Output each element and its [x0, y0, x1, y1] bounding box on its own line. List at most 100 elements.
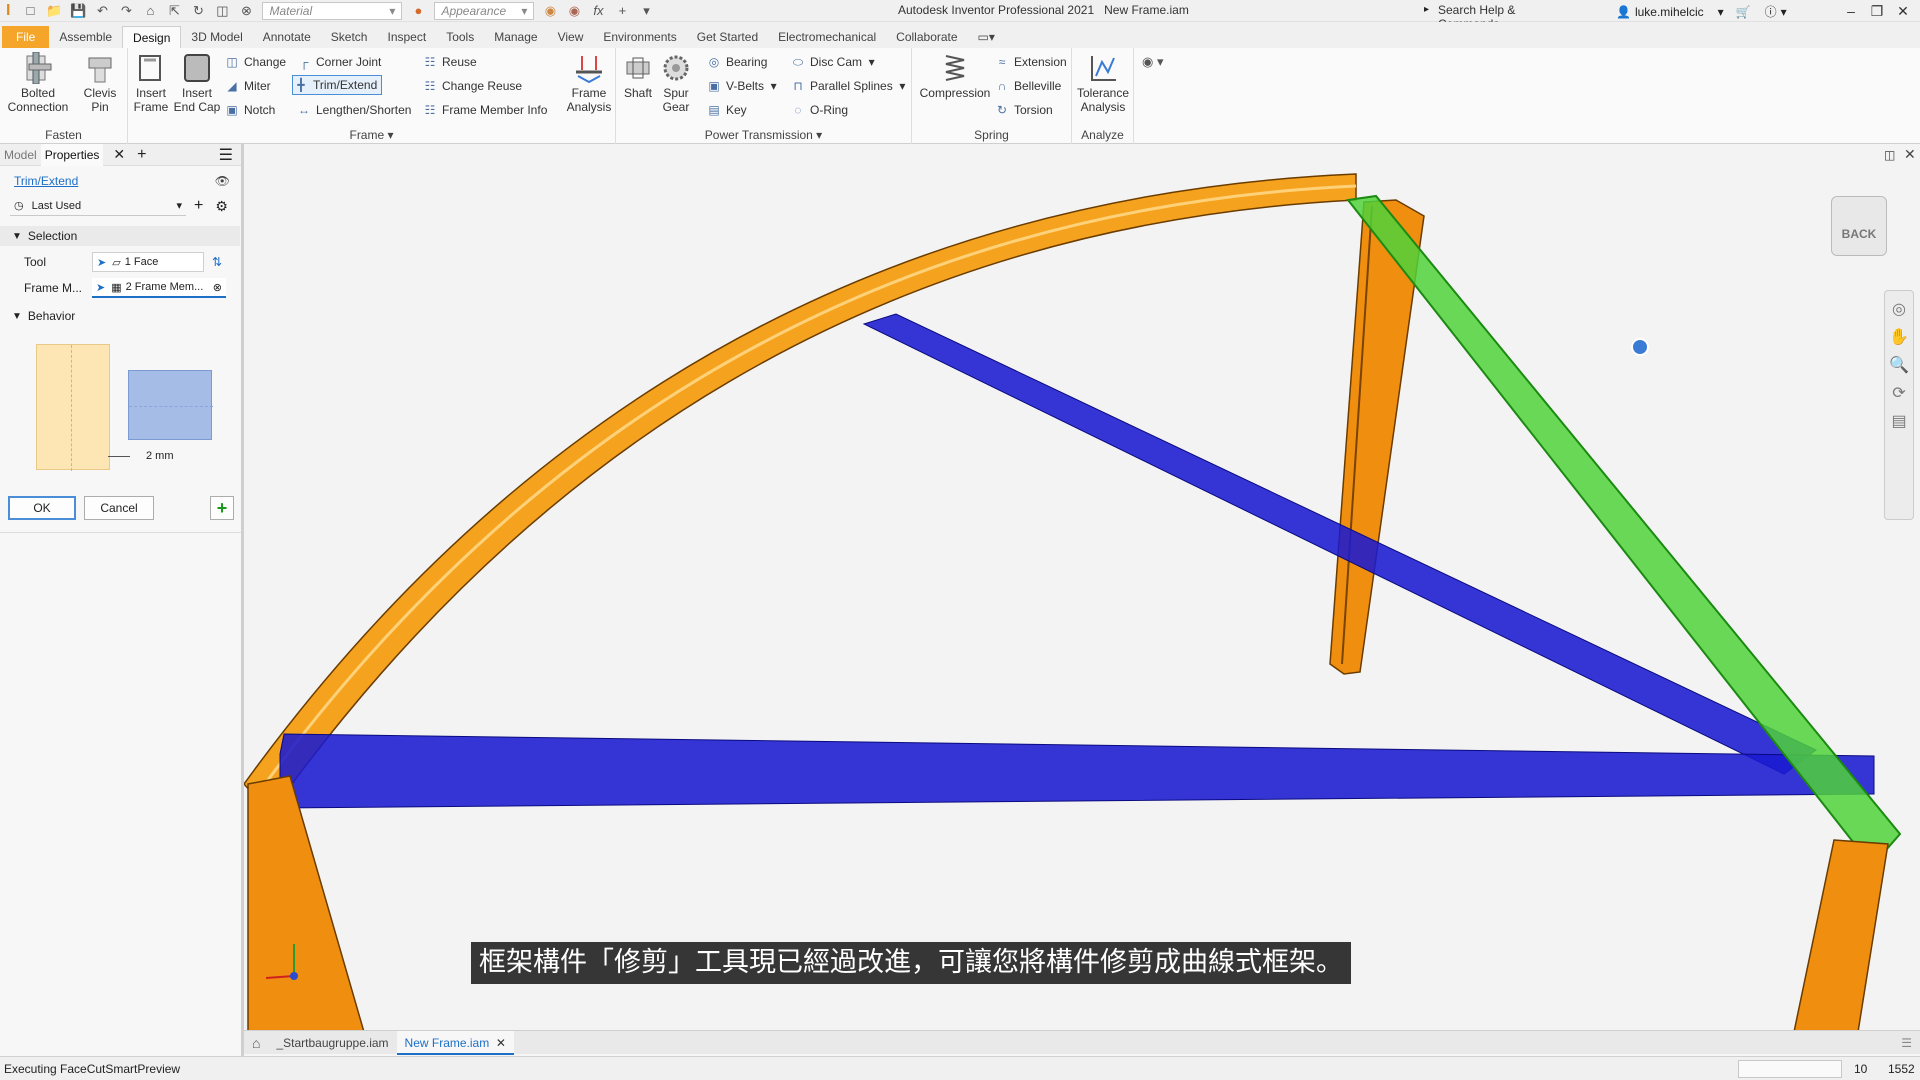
- frame-group-label[interactable]: Frame ▾: [128, 128, 615, 142]
- select-filter-icon[interactable]: ⇱: [166, 3, 182, 19]
- tab-manage[interactable]: Manage: [484, 26, 547, 48]
- bolted-connection-button[interactable]: Bolted Connection: [4, 52, 72, 114]
- new-file-icon[interactable]: □: [22, 3, 38, 19]
- close-icon[interactable]: ✕: [1890, 3, 1916, 20]
- rebuild-icon[interactable]: ◫: [214, 3, 230, 19]
- tab-assemble[interactable]: Assemble: [49, 26, 122, 48]
- search-expand-icon[interactable]: ▸: [1424, 4, 1429, 15]
- model-scene[interactable]: [244, 144, 1920, 1032]
- save-icon[interactable]: 💾: [70, 3, 86, 19]
- bearing-button[interactable]: ◎ Bearing: [706, 52, 768, 72]
- insert-end-cap-button[interactable]: Insert End Cap: [172, 52, 222, 114]
- right-post-member[interactable]: [1793, 839, 1889, 1032]
- close-view-icon[interactable]: ✕: [1904, 146, 1916, 163]
- trim-extend-button[interactable]: ╋ Trim/Extend: [292, 75, 383, 95]
- panel-menu-icon[interactable]: ☰: [219, 145, 233, 165]
- flip-direction-icon[interactable]: ⇅: [212, 255, 222, 269]
- minimize-icon[interactable]: –: [1838, 3, 1864, 19]
- notch-button[interactable]: ▣ Notch: [224, 100, 275, 120]
- doc-tab-new-frame[interactable]: New Frame.iam ✕: [396, 1030, 514, 1055]
- eye-icon[interactable]: 👁: [215, 174, 230, 188]
- tab-get-started[interactable]: Get Started: [687, 26, 768, 48]
- v-belts-button[interactable]: ▣ V-Belts ▾: [706, 76, 776, 96]
- maximize-view-icon[interactable]: ◫: [1884, 148, 1895, 162]
- adjust-appearance-icon[interactable]: ◉: [542, 3, 558, 19]
- frame-members-selector[interactable]: ➤ ▦ 2 Frame Mem... ⊗: [92, 278, 226, 298]
- help-search-input[interactable]: Search Help & Commands...: [1434, 2, 1584, 31]
- user-account[interactable]: 👤 luke.mihelcic ▾ 🛒 ⓘ ▾: [1616, 3, 1787, 20]
- parallel-splines-button[interactable]: ⊓ Parallel Splines ▾: [790, 76, 905, 96]
- tab-inspect[interactable]: Inspect: [377, 26, 436, 48]
- add-tab-icon[interactable]: +: [137, 146, 146, 164]
- doc-tab-startbaugruppe[interactable]: _Startbaugruppe.iam: [268, 1031, 396, 1055]
- command-title[interactable]: Trim/Extend: [14, 174, 78, 188]
- help-icon[interactable]: ⓘ: [1765, 3, 1777, 20]
- add-preset-icon[interactable]: +: [194, 197, 203, 215]
- reuse-button[interactable]: ☷ Reuse: [422, 52, 477, 72]
- left-post-member[interactable]: [247, 775, 365, 1032]
- tolerance-analysis-button[interactable]: Tolerance Analysis: [1074, 52, 1132, 114]
- pan-hand-icon[interactable]: ✋: [1889, 327, 1909, 347]
- steering-wheel-icon[interactable]: ◎: [1892, 299, 1906, 319]
- undo-icon[interactable]: ↶: [94, 3, 110, 19]
- home-icon[interactable]: ⌂: [142, 3, 158, 19]
- lengthen-shorten-button[interactable]: ↔ Lengthen/Shorten: [296, 100, 411, 120]
- ok-button[interactable]: OK: [8, 496, 76, 520]
- open-folder-icon[interactable]: 📁: [46, 3, 62, 19]
- zoom-icon[interactable]: 🔍: [1889, 355, 1909, 375]
- close-tab-icon[interactable]: ✕: [113, 146, 125, 163]
- cancel-button[interactable]: Cancel: [84, 496, 154, 520]
- home-icon[interactable]: ⌂: [252, 1035, 260, 1051]
- parameters-fx-icon[interactable]: fx: [590, 3, 606, 19]
- clear-selection-icon[interactable]: ⊗: [213, 281, 222, 294]
- power-group-label[interactable]: Power Transmission ▾: [616, 128, 911, 142]
- tab-menu-icon[interactable]: ☰: [1901, 1036, 1912, 1050]
- tab-electromechanical[interactable]: Electromechanical: [768, 26, 886, 48]
- belleville-button[interactable]: ∩ Belleville: [994, 76, 1062, 96]
- tab-properties[interactable]: Properties: [40, 143, 104, 166]
- tab-design[interactable]: Design: [122, 26, 182, 48]
- selection-handle[interactable]: [1631, 338, 1649, 356]
- frame-member-info-button[interactable]: ☷ Frame Member Info: [422, 100, 548, 120]
- customize-qat-icon[interactable]: ▾: [638, 3, 654, 19]
- offset-dimension[interactable]: 2 mm: [146, 450, 174, 462]
- tab-tools[interactable]: Tools: [436, 26, 484, 48]
- add-icon[interactable]: +: [614, 3, 630, 19]
- gear-icon[interactable]: ⚙: [215, 198, 228, 215]
- o-ring-button[interactable]: ◌ O-Ring: [790, 100, 848, 120]
- disc-cam-button[interactable]: ⬭ Disc Cam ▾: [790, 52, 875, 72]
- tab-file[interactable]: File: [2, 26, 50, 48]
- tab-annotate[interactable]: Annotate: [253, 26, 321, 48]
- miter-button[interactable]: ◢ Miter: [224, 76, 270, 96]
- torsion-button[interactable]: ↻ Torsion: [994, 100, 1053, 120]
- selection-section-header[interactable]: ▼ Selection: [0, 226, 240, 246]
- tab-model[interactable]: Model: [0, 148, 41, 162]
- apply-plus-button[interactable]: +: [210, 496, 234, 520]
- horizontal-blue-member[interactable]: [279, 733, 1875, 809]
- curved-frame-member[interactable]: [244, 173, 1357, 816]
- compression-button[interactable]: Compression: [916, 52, 994, 100]
- stop-icon[interactable]: ⊗: [238, 3, 254, 19]
- shaft-button[interactable]: Shaft: [620, 52, 656, 100]
- ribbon-options-icon[interactable]: ◉ ▾: [1142, 54, 1163, 70]
- graphics-viewport[interactable]: BACK ◫ ✕: [244, 144, 1920, 1032]
- change-reuse-button[interactable]: ☷ Change Reuse: [422, 76, 522, 96]
- tab-environments[interactable]: Environments: [593, 26, 686, 48]
- tab-sketch[interactable]: Sketch: [321, 26, 378, 48]
- key-button[interactable]: ▤ Key: [706, 100, 746, 120]
- frame-analysis-button[interactable]: Frame Analysis: [564, 52, 614, 114]
- clear-appearance-icon[interactable]: ◉: [566, 3, 582, 19]
- behavior-section-header[interactable]: ▼ Behavior: [0, 306, 240, 326]
- extension-button[interactable]: ≈ Extension: [994, 52, 1067, 72]
- orbit-icon[interactable]: ⟳: [1892, 383, 1905, 403]
- clevis-pin-button[interactable]: Clevis Pin: [78, 52, 122, 114]
- close-icon[interactable]: ✕: [496, 1036, 506, 1050]
- material-dropdown[interactable]: Material ▾: [262, 1, 403, 20]
- spur-gear-button[interactable]: Spur Gear: [658, 52, 694, 114]
- viewcube[interactable]: BACK: [1831, 196, 1887, 256]
- insert-frame-button[interactable]: Insert Frame: [132, 52, 170, 114]
- change-button[interactable]: ◫ Change: [224, 52, 286, 72]
- tab-view[interactable]: View: [548, 26, 594, 48]
- help-chevron-icon[interactable]: ▾: [1781, 5, 1787, 19]
- tab-3d-model[interactable]: 3D Model: [181, 26, 252, 48]
